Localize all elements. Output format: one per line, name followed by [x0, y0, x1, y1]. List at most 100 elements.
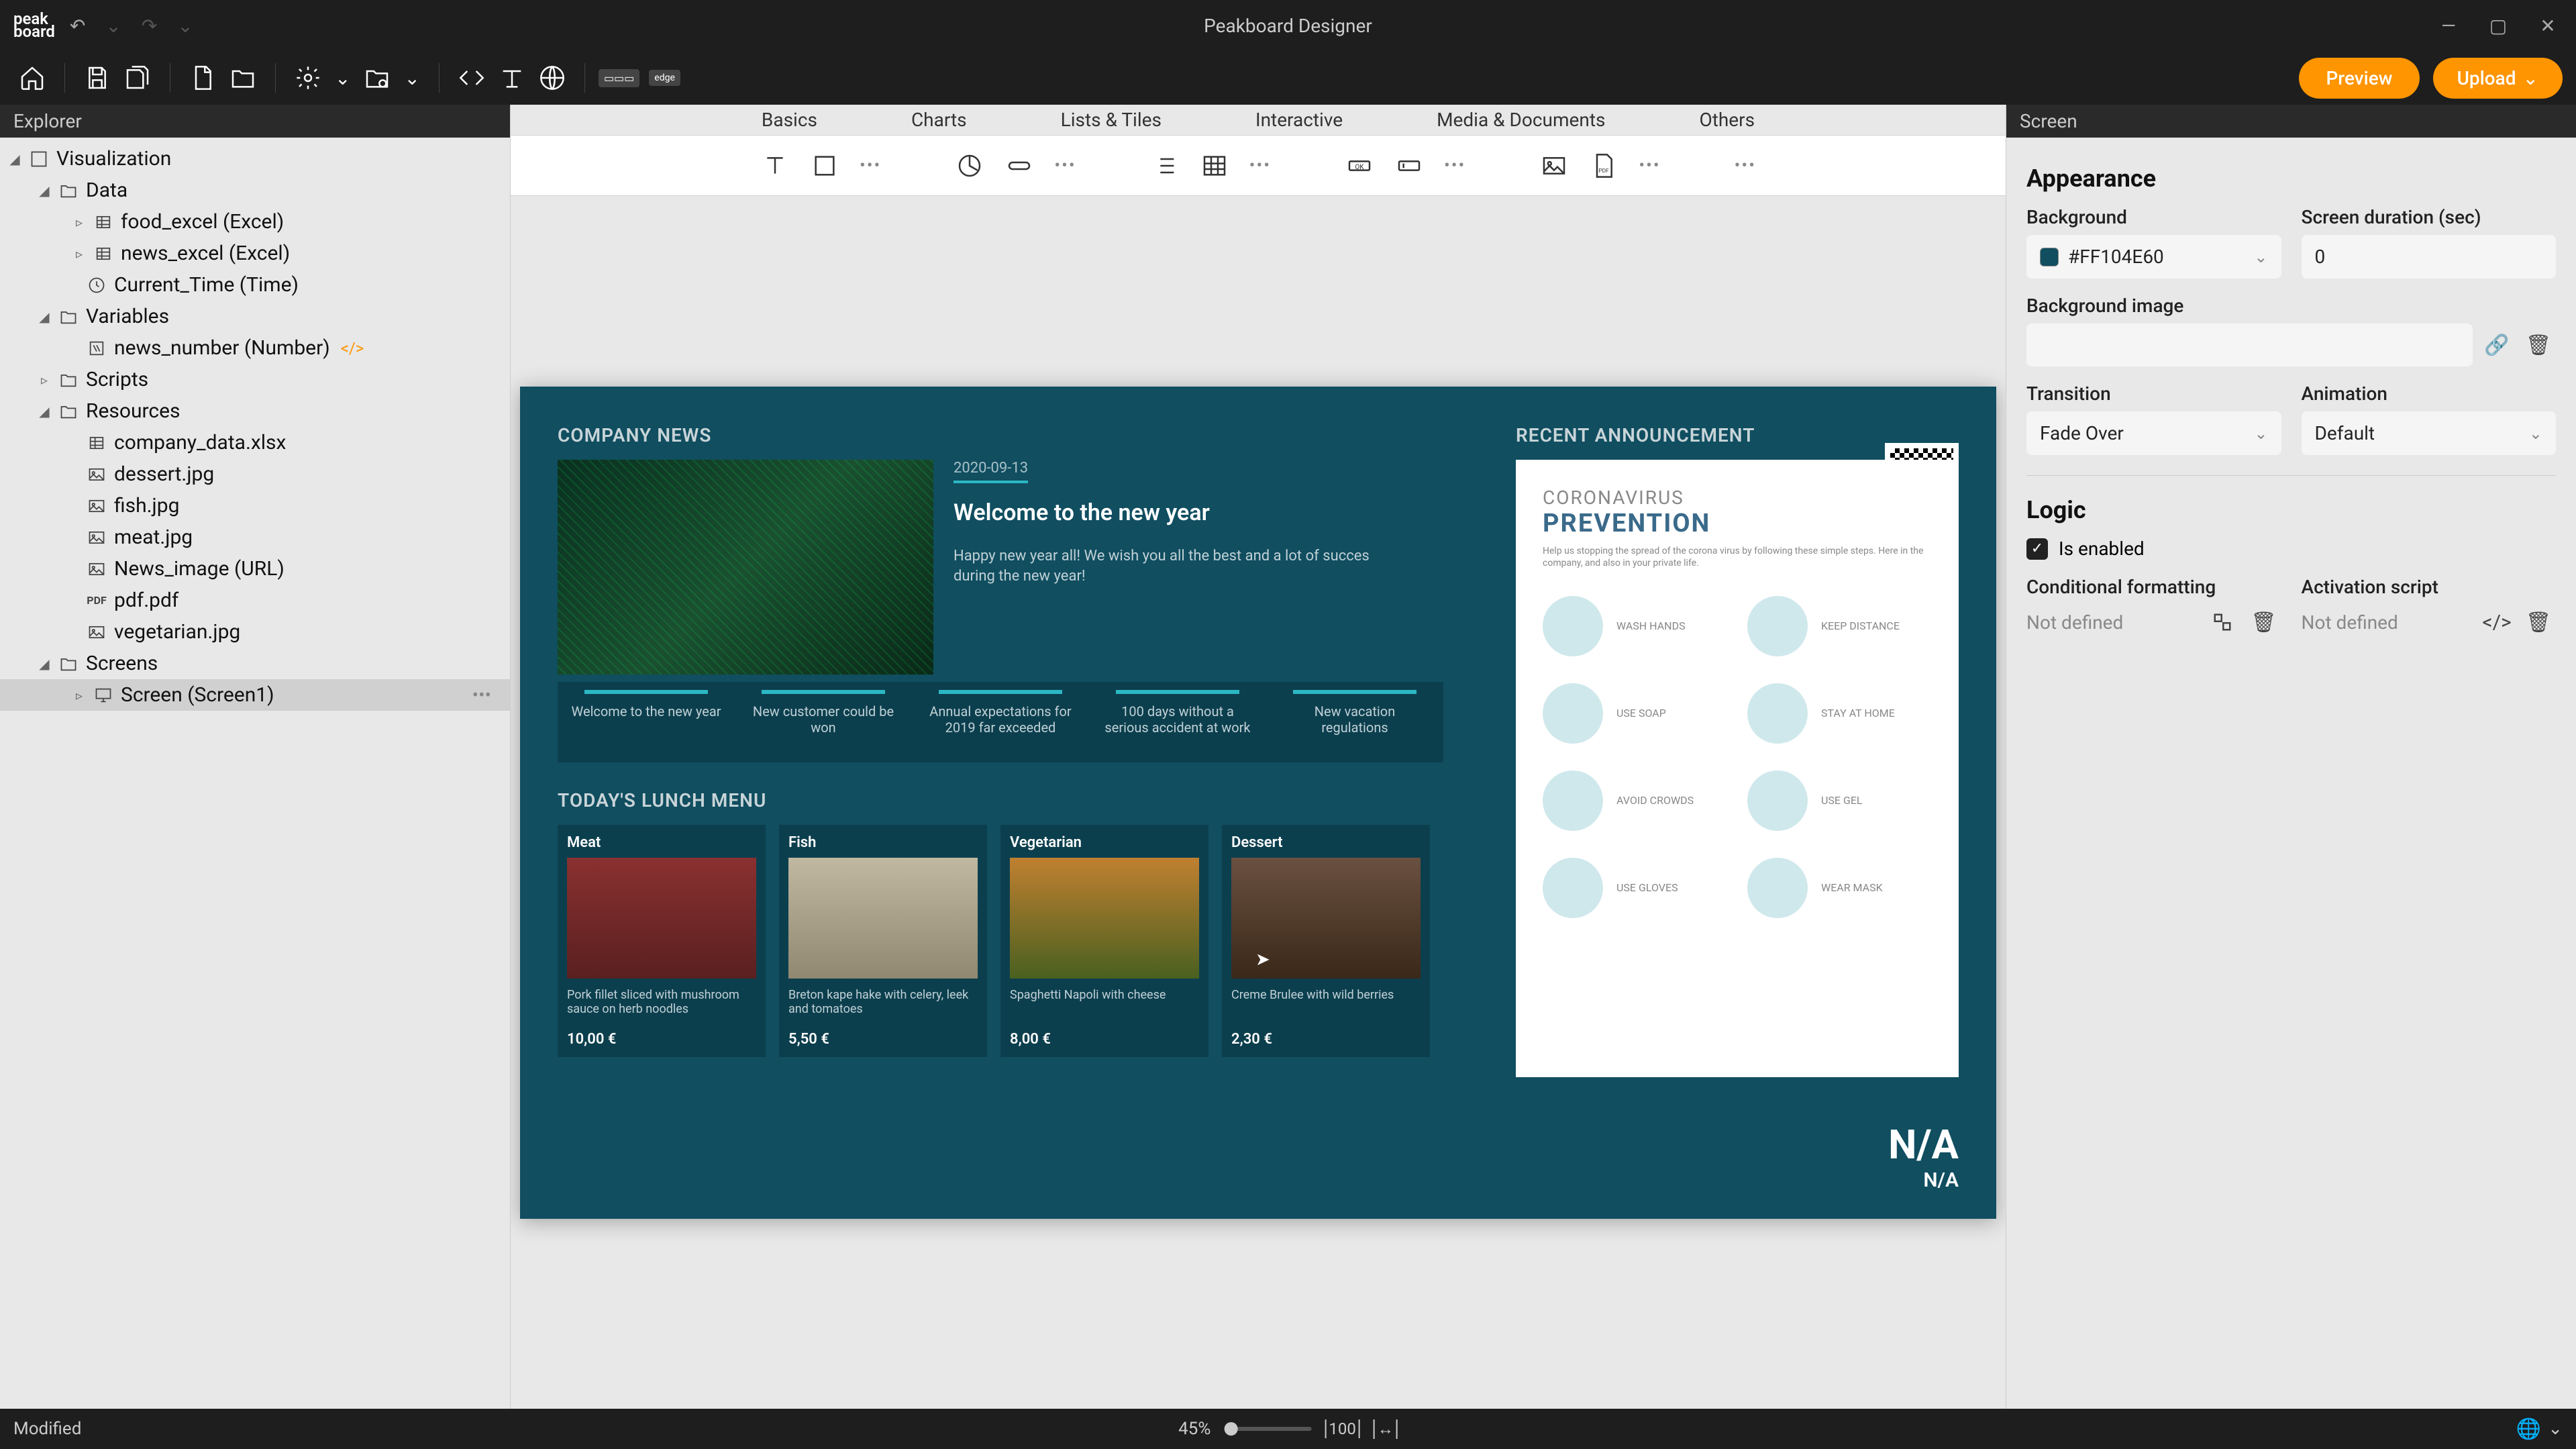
enabled-checkbox[interactable]: ✓: [2026, 538, 2048, 560]
delete-icon[interactable]: 🗑: [2521, 328, 2556, 362]
more-icon[interactable]: •••: [860, 156, 881, 176]
tree-resources[interactable]: ◢ Resources: [0, 395, 510, 427]
save-icon[interactable]: [79, 59, 116, 97]
zoom-100-button[interactable]: 100: [1325, 1419, 1359, 1438]
button-icon[interactable]: OK: [1345, 151, 1374, 181]
tree-resource-item[interactable]: dessert.jpg: [0, 458, 510, 490]
tree-label: Screen (Screen1): [121, 683, 274, 707]
pdf-tool-icon[interactable]: PDF: [1589, 151, 1618, 181]
script-icon[interactable]: </>: [2479, 605, 2514, 640]
settings-icon[interactable]: [289, 59, 327, 97]
app-logo: peak board: [13, 13, 55, 38]
ribbon-tab-lists[interactable]: Lists & Tiles: [1061, 109, 1162, 131]
text-icon[interactable]: [493, 59, 531, 97]
undo-dropdown-icon[interactable]: ⌄: [100, 12, 126, 40]
bg-image-input[interactable]: [2026, 323, 2473, 366]
caret-icon[interactable]: ◢: [38, 656, 51, 672]
tree-resource-item[interactable]: PDFpdf.pdf: [0, 585, 510, 616]
new-file-icon[interactable]: [184, 59, 221, 97]
ribbon-tab-charts[interactable]: Charts: [911, 109, 967, 131]
ribbon-tab-basics[interactable]: Basics: [762, 109, 817, 131]
gauge-icon[interactable]: [1004, 151, 1034, 181]
tree-resource-item[interactable]: company_data.xlsx: [0, 427, 510, 458]
maximize-button[interactable]: ▢: [2483, 15, 2513, 37]
folder-settings-icon[interactable]: [358, 59, 396, 97]
redo-icon[interactable]: ↷: [136, 12, 162, 40]
tree-resource-item[interactable]: meat.jpg: [0, 521, 510, 553]
tree-variables[interactable]: ◢ Variables: [0, 301, 510, 332]
open-folder-icon[interactable]: [224, 59, 262, 97]
toolbar-badge-1[interactable]: ▭▭▭: [599, 69, 639, 87]
caret-icon[interactable]: ▹: [38, 372, 51, 388]
more-icon[interactable]: •••: [472, 684, 502, 706]
more-icon[interactable]: •••: [1249, 156, 1271, 176]
language-icon[interactable]: 🌐: [2516, 1417, 2541, 1441]
tree-variable-item[interactable]: news_number (Number) </>: [0, 332, 510, 364]
background-picker[interactable]: #FF104E60 ⌄: [2026, 235, 2281, 279]
tree-screens[interactable]: ◢ Screens: [0, 648, 510, 679]
tree-data-item[interactable]: ▹ news_excel (Excel): [0, 238, 510, 269]
caret-icon[interactable]: ▹: [72, 687, 86, 703]
close-button[interactable]: ✕: [2533, 15, 2563, 37]
caret-icon[interactable]: ▹: [72, 246, 86, 262]
globe-icon[interactable]: [533, 59, 571, 97]
screen-preview[interactable]: COMPANY NEWS 2020-09-13 Welcome to the n…: [520, 387, 1996, 1219]
minimize-button[interactable]: —: [2434, 15, 2463, 37]
tree-screen-item[interactable]: ▹ Screen (Screen1) •••: [0, 679, 510, 711]
animation-select[interactable]: Default ⌄: [2302, 411, 2557, 455]
tree-data-item[interactable]: Current_Time (Time): [0, 269, 510, 301]
caret-icon[interactable]: ◢: [38, 309, 51, 325]
ribbon-tab-others[interactable]: Others: [1699, 109, 1755, 131]
tree-visualization[interactable]: ◢ Visualization: [0, 143, 510, 174]
pie-chart-icon[interactable]: [955, 151, 984, 181]
ribbon-tab-media[interactable]: Media & Documents: [1437, 109, 1605, 131]
caret-icon[interactable]: ◢: [38, 183, 51, 199]
input-icon[interactable]: [1394, 151, 1424, 181]
ribbon-tab-interactive[interactable]: Interactive: [1255, 109, 1343, 131]
chevron-down-icon[interactable]: ⌄: [2548, 1419, 2563, 1439]
toolbar-badge-2[interactable]: edge: [649, 70, 680, 86]
tree-resource-item[interactable]: vegetarian.jpg: [0, 616, 510, 648]
tree-data[interactable]: ◢ Data: [0, 174, 510, 206]
undo-icon[interactable]: ↶: [64, 12, 91, 40]
more-icon[interactable]: •••: [1444, 156, 1465, 176]
home-icon[interactable]: [13, 59, 51, 97]
tree-resource-item[interactable]: fish.jpg: [0, 490, 510, 521]
canvas-viewport[interactable]: COMPANY NEWS 2020-09-13 Welcome to the n…: [511, 196, 2006, 1409]
redo-dropdown-icon[interactable]: ⌄: [172, 12, 198, 40]
tree-scripts[interactable]: ▹ Scripts: [0, 364, 510, 395]
zoom-fit-button[interactable]: ↔: [1374, 1419, 1398, 1439]
transition-select[interactable]: Fade Over ⌄: [2026, 411, 2281, 455]
na-display: N/A N/A: [1888, 1121, 1959, 1192]
caret-icon[interactable]: ◢: [8, 151, 21, 167]
tree-label: pdf.pdf: [114, 589, 178, 612]
more-icon[interactable]: •••: [1735, 156, 1756, 176]
save-all-icon[interactable]: [119, 59, 156, 97]
duration-input[interactable]: 0: [2302, 235, 2557, 279]
lunch-card: Fish Breton kape hake with celery, leek …: [779, 825, 987, 1057]
preview-button[interactable]: Preview: [2299, 58, 2419, 99]
caret-icon[interactable]: ◢: [38, 403, 51, 419]
zoom-thumb[interactable]: [1224, 1422, 1237, 1436]
rectangle-tool-icon[interactable]: [810, 151, 839, 181]
image-tool-icon[interactable]: [1539, 151, 1569, 181]
table-icon[interactable]: [1200, 151, 1229, 181]
settings-dropdown-icon[interactable]: ⌄: [329, 64, 356, 92]
upload-button[interactable]: Upload⌄: [2433, 58, 2563, 99]
folder-settings-dropdown-icon[interactable]: ⌄: [399, 64, 425, 92]
delete-icon[interactable]: 🗑: [2247, 605, 2281, 640]
code-icon[interactable]: [453, 59, 491, 97]
announcement-document: CORONAVIRUS PREVENTION Help us stopping …: [1516, 460, 1959, 1077]
tree-resource-item[interactable]: News_image (URL): [0, 553, 510, 585]
text-tool-icon[interactable]: [760, 151, 790, 181]
list-icon[interactable]: [1150, 151, 1180, 181]
more-icon[interactable]: •••: [1639, 156, 1660, 176]
more-icon[interactable]: •••: [1054, 156, 1076, 176]
delete-icon[interactable]: 🗑: [2521, 605, 2556, 640]
edit-icon[interactable]: [2205, 605, 2240, 640]
link-icon[interactable]: 🔗: [2479, 328, 2514, 362]
announcement-title: RECENT ANNOUNCEMENT: [1516, 424, 1959, 446]
zoom-slider[interactable]: [1224, 1427, 1311, 1431]
caret-icon[interactable]: ▹: [72, 214, 86, 230]
tree-data-item[interactable]: ▹ food_excel (Excel): [0, 206, 510, 238]
